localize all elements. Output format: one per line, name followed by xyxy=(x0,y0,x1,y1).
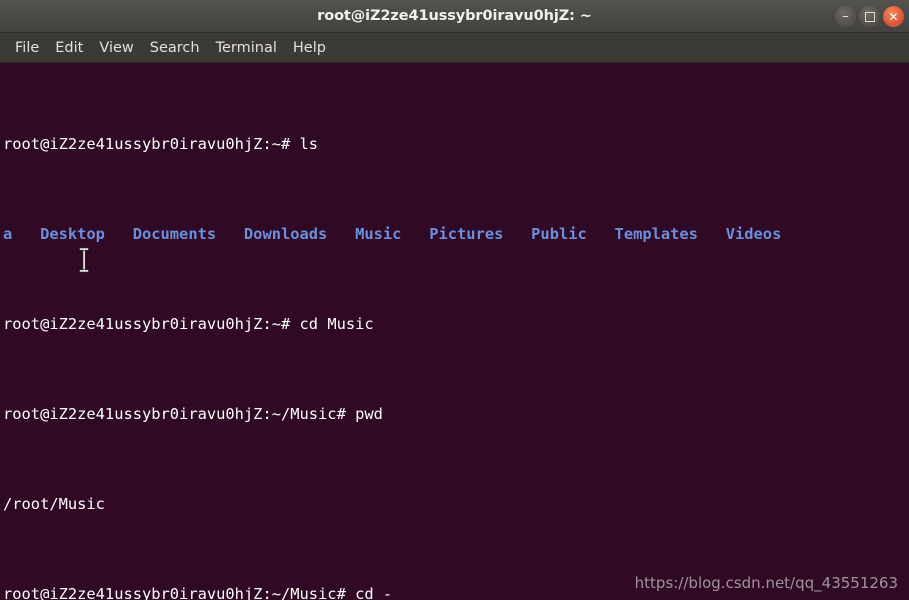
shell-command: cd - xyxy=(355,584,393,600)
shell-command: cd Music xyxy=(299,314,374,333)
terminal-window: root@iZ2ze41ussybr0iravu0hjZ: ~ – ✕ File… xyxy=(0,0,909,600)
terminal-scrollback: root@iZ2ze41ussybr0iravu0hjZ:~# ls a Des… xyxy=(3,65,781,600)
ls-directory-listing: a Desktop Documents Downloads Music Pict… xyxy=(3,224,782,243)
close-icon: ✕ xyxy=(888,9,899,24)
menu-item-help[interactable]: Help xyxy=(285,38,334,58)
minimize-icon: – xyxy=(842,9,849,24)
watermark-text: https://blog.csdn.net/qq_43551263 xyxy=(634,574,898,592)
close-button[interactable]: ✕ xyxy=(883,6,904,27)
menu-item-file[interactable]: File xyxy=(7,38,47,58)
menu-item-view[interactable]: View xyxy=(91,38,141,58)
command-output: /root/Music xyxy=(3,494,105,513)
window-title: root@iZ2ze41ussybr0iravu0hjZ: ~ xyxy=(317,8,592,24)
shell-prompt: root@iZ2ze41ussybr0iravu0hjZ:~# xyxy=(3,134,300,153)
shell-command: ls xyxy=(299,134,319,153)
terminal-line: a Desktop Documents Downloads Music Pict… xyxy=(3,223,781,246)
window-controls: – ✕ xyxy=(835,6,904,27)
menu-item-edit[interactable]: Edit xyxy=(47,38,91,58)
shell-prompt: root@iZ2ze41ussybr0iravu0hjZ:~/Music# xyxy=(3,584,356,600)
menu-bar: File Edit View Search Terminal Help xyxy=(0,33,909,63)
menu-item-terminal[interactable]: Terminal xyxy=(208,38,285,58)
terminal-line: /root/Music xyxy=(3,493,781,516)
menu-item-search[interactable]: Search xyxy=(142,38,208,58)
terminal-line: root@iZ2ze41ussybr0iravu0hjZ:~# cd Music xyxy=(3,313,781,336)
terminal-output-area[interactable]: root@iZ2ze41ussybr0iravu0hjZ:~# ls a Des… xyxy=(0,63,909,600)
maximize-icon xyxy=(859,6,880,27)
maximize-button[interactable] xyxy=(859,6,880,27)
terminal-line: root@iZ2ze41ussybr0iravu0hjZ:~/Music# pw… xyxy=(3,403,781,426)
terminal-line: root@iZ2ze41ussybr0iravu0hjZ:~# ls xyxy=(3,133,781,156)
shell-prompt: root@iZ2ze41ussybr0iravu0hjZ:~/Music# xyxy=(3,404,356,423)
shell-command: pwd xyxy=(355,404,383,423)
title-bar[interactable]: root@iZ2ze41ussybr0iravu0hjZ: ~ – ✕ xyxy=(0,0,909,33)
minimize-button[interactable]: – xyxy=(835,6,856,27)
shell-prompt: root@iZ2ze41ussybr0iravu0hjZ:~# xyxy=(3,314,300,333)
